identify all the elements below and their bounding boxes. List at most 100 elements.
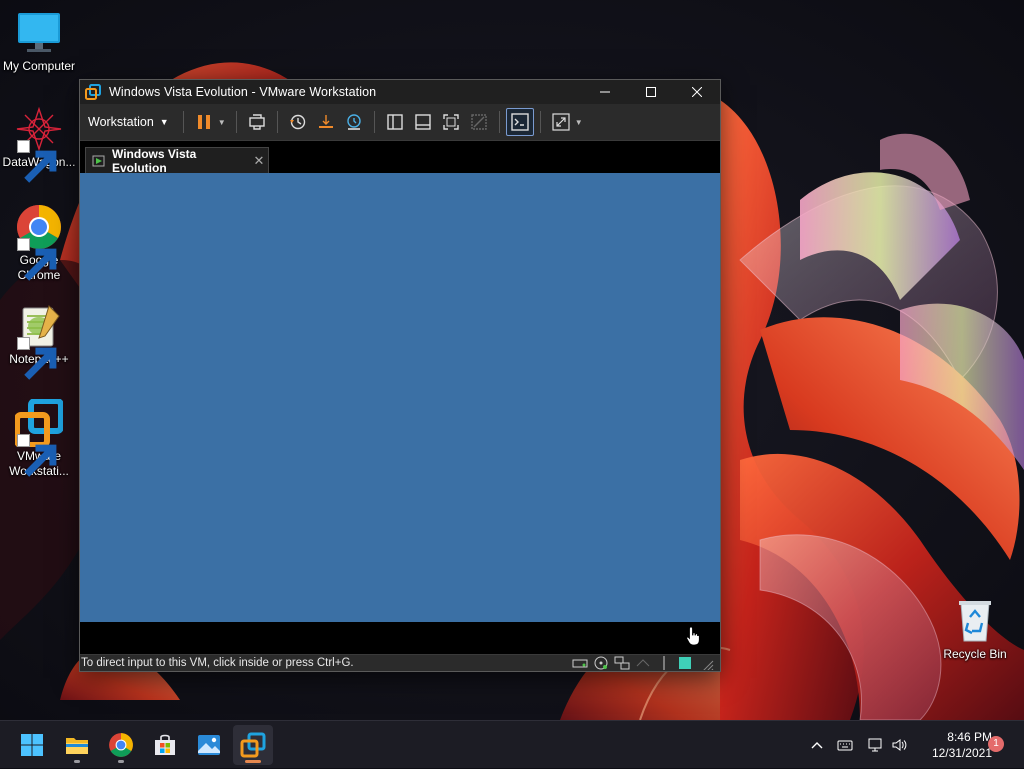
- pause-button[interactable]: [190, 108, 218, 136]
- taskbar-chrome[interactable]: [101, 725, 141, 765]
- running-indicator: [74, 760, 80, 763]
- chevron-down-icon: ▼: [574, 117, 583, 127]
- vm-tab-bar: Windows Vista Evolution ✕: [80, 141, 720, 175]
- taskbar-store[interactable]: [145, 725, 185, 765]
- desktop-icon-my-computer[interactable]: My Computer: [1, 9, 77, 74]
- snapshot-take-icon: [318, 115, 333, 128]
- stretch-dropdown[interactable]: ▼: [575, 118, 587, 127]
- taskbar-vmware[interactable]: [233, 725, 273, 765]
- desktop-icon-label: My Computer: [2, 59, 76, 73]
- vmware-window[interactable]: Windows Vista Evolution - VMware Worksta…: [79, 79, 721, 672]
- console-view-icon: [510, 113, 529, 131]
- recycle-bin-icon: [959, 601, 991, 642]
- notification-badge[interactable]: 1: [988, 736, 1004, 752]
- start-icon: [21, 734, 43, 756]
- send-ctrl-alt-del-icon: [248, 114, 265, 130]
- vmware-toolbar: Workstation ▼ ▼ ▼: [80, 104, 720, 141]
- vm-display[interactable]: [80, 173, 720, 622]
- shortcut-arrow-icon: [17, 337, 57, 380]
- shortcut-arrow-icon: [17, 434, 57, 477]
- unity-button[interactable]: [465, 108, 493, 136]
- status-bar: To direct input to this VM, click inside…: [80, 654, 720, 671]
- taskbar-photos[interactable]: [189, 725, 229, 765]
- take-snapshot-button[interactable]: [312, 108, 340, 136]
- shortcut-arrow-icon: [17, 140, 57, 183]
- unity-icon: [470, 114, 487, 130]
- status-separator: [663, 656, 665, 670]
- minimize-button[interactable]: [582, 80, 628, 104]
- network-button[interactable]: [863, 733, 887, 757]
- window-title: Windows Vista Evolution - VMware Worksta…: [109, 85, 377, 99]
- cd-dvd-icon[interactable]: [593, 656, 609, 670]
- volume-icon: [892, 739, 907, 751]
- thumbnail-bar-icon: [414, 114, 431, 130]
- clock-time: 8:46 PM: [947, 730, 992, 744]
- keyboard-button[interactable]: [833, 733, 857, 757]
- hand-cursor-icon: [686, 626, 700, 646]
- maximize-button[interactable]: [628, 80, 674, 104]
- snapshot-manager-button[interactable]: [340, 108, 368, 136]
- show-library-button[interactable]: [381, 108, 409, 136]
- start-button[interactable]: [12, 725, 52, 765]
- volume-button[interactable]: [887, 733, 911, 757]
- toolbar-separator: [276, 111, 278, 133]
- show-hidden-icons-button[interactable]: [805, 733, 829, 757]
- snapshot-manager-icon: [346, 114, 361, 130]
- desktop-icon-label: Recycle Bin: [943, 647, 1007, 661]
- full-screen-button[interactable]: [437, 108, 465, 136]
- workstation-menu-label: Workstation: [88, 115, 154, 129]
- desktop-icon-recycle-bin[interactable]: Recycle Bin: [937, 597, 1013, 662]
- pause-icon: [197, 115, 210, 129]
- chrome-icon: [109, 733, 133, 757]
- toolbar-separator: [539, 111, 541, 133]
- photos-icon: [198, 735, 220, 755]
- toolbar-separator: [182, 111, 184, 133]
- display-icon[interactable]: [677, 656, 693, 670]
- desktop-icon-vmware[interactable]: VMware Workstati...: [1, 398, 77, 479]
- running-indicator: [245, 760, 261, 763]
- stretch-guest-icon: [552, 113, 570, 131]
- monitor-icon: [18, 13, 60, 52]
- tab-label: Windows Vista Evolution: [112, 147, 197, 175]
- revert-snapshot-button[interactable]: [284, 108, 312, 136]
- console-view-button[interactable]: [505, 108, 534, 136]
- desktop-icon-google-chrome[interactable]: Google Chrome: [1, 203, 77, 283]
- full-screen-icon: [442, 114, 459, 130]
- stretch-guest-button[interactable]: [547, 108, 575, 136]
- minimize-icon: [600, 91, 610, 93]
- network-adapter-icon[interactable]: [614, 656, 630, 670]
- desktop-icon-notepadpp[interactable]: Notepad++: [1, 302, 77, 380]
- vmware-icon: [85, 84, 101, 100]
- taskbar: 8:46 PM 12/31/2021: [0, 720, 1024, 768]
- store-icon: [155, 734, 175, 755]
- usb-icon[interactable]: [635, 656, 651, 670]
- status-text: To direct input to this VM, click inside…: [81, 657, 354, 669]
- keyboard-icon: [837, 740, 853, 751]
- chevron-down-icon: ▼: [159, 117, 169, 127]
- file-explorer-icon: [66, 738, 88, 754]
- clock-date: 12/31/2021: [931, 746, 992, 760]
- taskbar-file-explorer[interactable]: [57, 725, 97, 765]
- snapshot-revert-icon: [289, 114, 305, 130]
- close-icon: [692, 87, 702, 97]
- thumbnail-bar-button[interactable]: [409, 108, 437, 136]
- toolbar-separator: [498, 111, 500, 133]
- resize-grip-icon[interactable]: [698, 656, 714, 670]
- running-indicator: [118, 760, 124, 763]
- shortcut-arrow-icon: [17, 238, 57, 281]
- close-button[interactable]: [674, 80, 720, 104]
- system-tray: [805, 721, 911, 769]
- vm-tab-icon: [92, 155, 105, 167]
- tab-close-icon[interactable]: ✕: [250, 153, 268, 169]
- power-dropdown[interactable]: ▼: [218, 118, 230, 127]
- workstation-menu[interactable]: Workstation ▼: [80, 108, 177, 136]
- desktop-icon-datawagon[interactable]: DataWagon...: [1, 105, 77, 183]
- hard-disk-icon[interactable]: [572, 656, 588, 670]
- network-icon: [868, 738, 882, 752]
- toolbar-separator: [235, 111, 237, 133]
- send-ctrl-alt-del-button[interactable]: [243, 108, 271, 136]
- taskbar-clock[interactable]: 8:46 PM 12/31/2021: [916, 729, 992, 761]
- window-titlebar[interactable]: Windows Vista Evolution - VMware Worksta…: [80, 80, 720, 104]
- tab-windows-vista-evolution[interactable]: Windows Vista Evolution ✕: [85, 147, 269, 175]
- maximize-icon: [646, 87, 656, 97]
